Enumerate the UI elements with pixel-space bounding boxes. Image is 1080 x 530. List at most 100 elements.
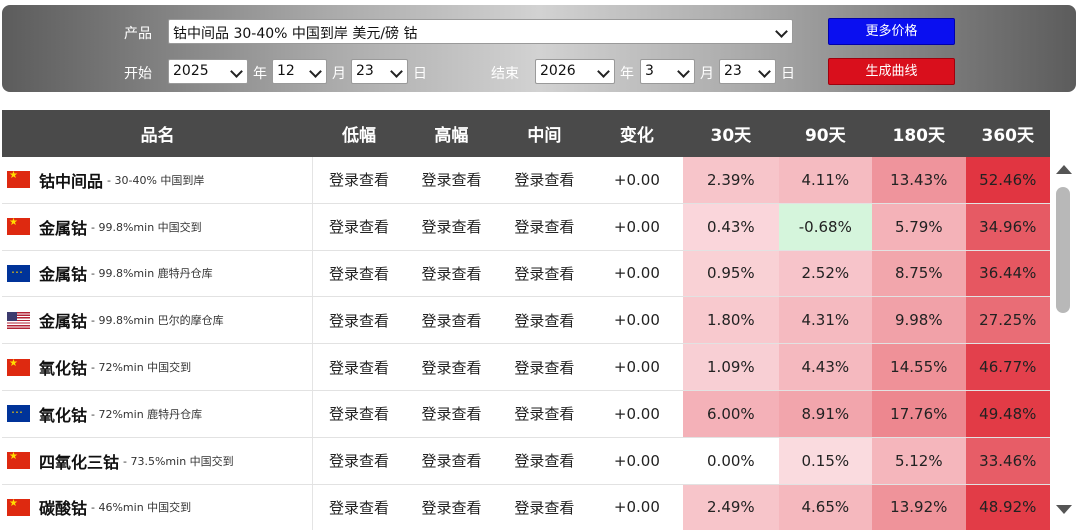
high-price-login-link[interactable]: 登录查看 xyxy=(405,204,498,250)
mid-price-login-link[interactable]: 登录查看 xyxy=(498,297,590,343)
start-day-select[interactable]: 23 xyxy=(351,59,408,84)
change-cell: +0.00 xyxy=(613,404,660,423)
china-flag-icon xyxy=(7,218,30,236)
us-flag-icon xyxy=(7,311,30,329)
product-name[interactable]: 金属钴 xyxy=(39,308,87,332)
table-row[interactable]: 碳酸钴- 46%min 中国交到登录查看登录查看登录查看+0.002.49%4.… xyxy=(2,484,1050,530)
product-cell[interactable]: 碳酸钴 - 46%min 中国交到 xyxy=(2,484,314,530)
header-mid[interactable]: 中间 xyxy=(498,110,590,157)
header-high[interactable]: 高幅 xyxy=(405,110,498,157)
high-price-login-link[interactable]: 登录查看 xyxy=(405,297,498,343)
more-prices-button[interactable]: 更多价格 xyxy=(828,18,955,45)
product-name[interactable]: 氧化钴 xyxy=(39,355,87,379)
end-month-select[interactable]: 3 xyxy=(640,59,695,84)
end-month-unit: 月 xyxy=(700,66,714,82)
low-price-login-link[interactable]: 登录查看 xyxy=(313,438,404,484)
header-low[interactable]: 低幅 xyxy=(313,110,404,157)
low-price-login-link[interactable]: 登录查看 xyxy=(313,344,404,390)
pct-180d-cell: 17.76% xyxy=(872,390,966,437)
pct-360d-cell: 48.92% xyxy=(965,484,1050,530)
product-spec: - 99.8%min 巴尔的摩仓库 xyxy=(91,314,224,328)
product-select-value: 钴中间品 30-40% 中国到岸 美元/磅 钴 xyxy=(173,26,418,42)
pct-30d-cell: 2.49% xyxy=(683,484,779,530)
high-price-login-link[interactable]: 登录查看 xyxy=(405,344,498,390)
table-row[interactable]: 金属钴- 99.8%min 鹿特丹仓库登录查看登录查看登录查看+0.000.95… xyxy=(2,250,1050,298)
product-cell[interactable]: 氧化钴 - 72%min 鹿特丹仓库 xyxy=(2,390,314,437)
product-cell[interactable]: 金属钴 - 99.8%min 中国交到 xyxy=(2,203,314,250)
table-row[interactable]: 氧化钴- 72%min 中国交到登录查看登录查看登录查看+0.001.09%4.… xyxy=(2,344,1050,391)
mid-price-login-link[interactable]: 登录查看 xyxy=(498,391,590,437)
mid-price-login-link[interactable]: 登录查看 xyxy=(498,485,590,530)
pct-180d-cell: 13.92% xyxy=(872,484,966,530)
chevron-down-icon xyxy=(775,25,788,38)
product-cell[interactable]: 钴中间品 - 30-40% 中国到岸 xyxy=(2,157,314,203)
table-scrollbar[interactable] xyxy=(1052,157,1076,530)
product-name[interactable]: 氧化钴 xyxy=(39,402,87,426)
table-row[interactable]: 金属钴 - 99.8%min 巴尔的摩仓库 登录查看 登录查看 登录查看 +0.00 1.8… xyxy=(2,297,1050,345)
end-year-select[interactable]: 2026 xyxy=(535,59,615,84)
pct-360d-cell: 33.46% xyxy=(965,437,1050,484)
product-name[interactable]: 金属钴 xyxy=(39,261,87,285)
product-name[interactable]: 四氧化三钴 xyxy=(39,449,119,473)
eu-flag-icon xyxy=(7,264,30,282)
product-cell[interactable]: 金属钴 - 99.8%min 鹿特丹仓库 xyxy=(2,250,314,297)
low-price-login-link[interactable]: 登录查看 xyxy=(313,251,404,297)
low-price-login-link[interactable]: 登录查看 xyxy=(313,157,404,203)
high-price-login-link[interactable]: 登录查看 xyxy=(405,391,498,437)
header-360d[interactable]: 360天 xyxy=(965,110,1050,157)
start-year-unit: 年 xyxy=(253,66,267,82)
low-price-login-link[interactable]: 登录查看 xyxy=(313,297,404,343)
scrollbar-thumb[interactable] xyxy=(1056,187,1070,313)
chevron-down-icon xyxy=(230,65,243,78)
start-year-select[interactable]: 2025 xyxy=(168,59,248,84)
product-cell[interactable]: 金属钴 - 99.8%min 巴尔的摩仓库 xyxy=(2,297,314,344)
pct-30d-cell: 1.80% xyxy=(683,297,779,344)
table-body: 钴中间品- 30-40% 中国到岸登录查看登录查看登录查看+0.002.39%4… xyxy=(2,157,1050,530)
end-day-select[interactable]: 23 xyxy=(719,59,776,84)
product-cell[interactable]: 氧化钴 - 72%min 中国交到 xyxy=(2,344,314,390)
high-price-login-link[interactable]: 登录查看 xyxy=(405,485,498,530)
change-cell: +0.00 xyxy=(613,170,660,189)
header-90d[interactable]: 90天 xyxy=(779,110,872,157)
product-select[interactable]: 钴中间品 30-40% 中国到岸 美元/磅 钴 xyxy=(168,19,793,44)
pct-90d-cell: 4.65% xyxy=(778,484,873,530)
product-name[interactable]: 钴中间品 xyxy=(39,168,103,192)
high-price-login-link[interactable]: 登录查看 xyxy=(405,251,498,297)
generate-curve-button[interactable]: 生成曲线 xyxy=(828,58,955,85)
start-month-unit: 月 xyxy=(332,66,346,82)
mid-price-login-link[interactable]: 登录查看 xyxy=(498,438,590,484)
start-day-unit: 日 xyxy=(413,66,427,82)
price-table: 品名 低幅 高幅 中间 变化 30天 90天 180天 360天 钴中间品 - 3… xyxy=(2,110,1050,530)
scroll-down-arrow-icon[interactable] xyxy=(1056,505,1072,514)
mid-price-login-link[interactable]: 登录查看 xyxy=(498,204,590,250)
pct-90d-cell: 4.43% xyxy=(778,344,873,390)
table-row[interactable]: 四氧化三钴- 73.5%min 中国交到登录查看登录查看登录查看+0.000.0… xyxy=(2,437,1050,485)
product-spec: - 99.8%min 鹿特丹仓库 xyxy=(91,267,213,281)
scroll-up-arrow-icon[interactable] xyxy=(1056,165,1072,174)
mid-price-login-link[interactable]: 登录查看 xyxy=(498,157,590,203)
mid-price-login-link[interactable]: 登录查看 xyxy=(498,344,590,390)
table-row[interactable]: 金属钴- 99.8%min 中国交到登录查看登录查看登录查看+0.000.43%… xyxy=(2,203,1050,251)
china-flag-icon xyxy=(7,358,30,376)
product-cell[interactable]: 四氧化三钴 - 73.5%min 中国交到 xyxy=(2,437,314,484)
start-month-select[interactable]: 12 xyxy=(272,59,327,84)
header-change[interactable]: 变化 xyxy=(591,110,683,157)
high-price-login-link[interactable]: 登录查看 xyxy=(405,157,498,203)
table-row[interactable]: 氧化钴- 72%min 鹿特丹仓库登录查看登录查看登录查看+0.006.00%8… xyxy=(2,390,1050,438)
high-price-login-link[interactable]: 登录查看 xyxy=(405,438,498,484)
header-180d[interactable]: 180天 xyxy=(872,110,965,157)
product-name[interactable]: 金属钴 xyxy=(39,215,87,239)
table-row[interactable]: 钴中间品- 30-40% 中国到岸登录查看登录查看登录查看+0.002.39%4… xyxy=(2,157,1050,204)
low-price-login-link[interactable]: 登录查看 xyxy=(313,485,404,530)
pct-180d-cell: 9.98% xyxy=(872,297,966,344)
chevron-down-icon xyxy=(677,65,690,78)
change-cell: +0.00 xyxy=(613,311,660,330)
product-name[interactable]: 碳酸钴 xyxy=(39,495,87,519)
low-price-login-link[interactable]: 登录查看 xyxy=(313,204,404,250)
header-name[interactable]: 品名 xyxy=(2,110,313,157)
mid-price-login-link[interactable]: 登录查看 xyxy=(498,251,590,297)
china-flag-icon xyxy=(7,498,30,516)
low-price-login-link[interactable]: 登录查看 xyxy=(313,391,404,437)
pct-30d-cell: 1.09% xyxy=(683,344,779,390)
header-30d[interactable]: 30天 xyxy=(683,110,778,157)
